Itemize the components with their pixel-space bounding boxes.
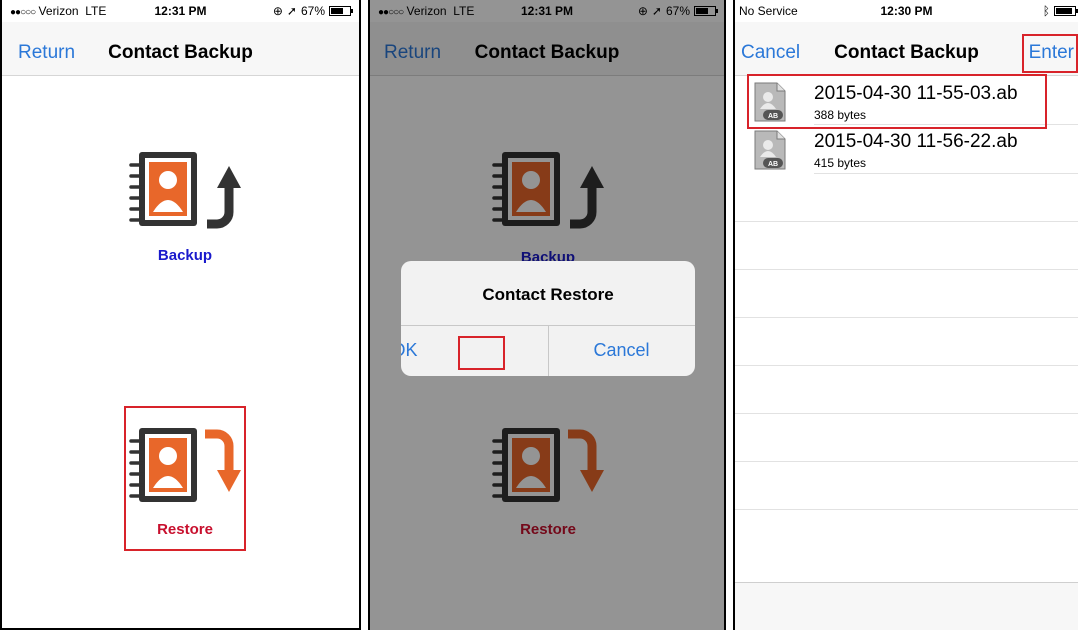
cancel-button[interactable]: Cancel [548,325,695,376]
alert-title: Contact Restore [482,285,614,304]
file-size: 415 bytes [814,156,867,170]
divider [814,173,1078,174]
backup-label[interactable]: Backup [127,247,243,264]
divider [735,461,1078,462]
location-icon: ➚ [286,4,297,18]
selected-file-highlight-box [747,74,1047,129]
divider [735,317,1078,318]
file-name: 2015-04-30 11-56-22.ab [814,131,1018,152]
status-time: 12:30 PM [880,4,933,18]
enter-highlight-box [1022,34,1078,73]
file-badge: AB [768,161,778,168]
battery-icon [329,6,353,16]
toolbar [735,582,1078,630]
ab-file-icon: AB [753,129,787,176]
rotation-lock-icon: ⊕ [272,4,283,18]
battery-icon [1054,6,1078,16]
navigation-bar: Return Contact Backup [2,22,359,76]
divider [735,413,1078,414]
divider [735,365,1078,366]
bluetooth-icon: ᛒ [1042,4,1050,18]
backup-button[interactable] [127,150,243,235]
page-title: Contact Backup [108,42,253,63]
ok-highlight-box [458,336,505,370]
divider [735,269,1078,270]
contact-book-up-arrow-icon [129,152,241,229]
divider [735,509,1078,510]
alert-dialog: Contact Restore OK Cancel [401,261,695,376]
status-bar: No Service 12:30 PM ᛒ [735,0,1078,22]
restore-highlight-box [124,406,246,551]
backup-screen: ●●○○○ Verizon LTE 12:31 PM ⊕ ➚ 67% Retur… [0,0,361,630]
divider [735,221,1078,222]
status-bar: ●●○○○ Verizon LTE 12:31 PM ⊕ ➚ 67% [2,0,359,22]
battery-percent: 67% [300,4,325,18]
list-item[interactable]: AB 2015-04-30 11-56-22.ab 415 bytes [735,125,1078,172]
ok-label: OK [401,340,418,360]
restore-confirm-screen: ●●○○○ Verizon LTE 12:31 PM ⊕ ➚ 67% Retur… [368,0,726,630]
file-list: AB 2015-04-30 11-55-03.ab 388 bytes AB 2… [735,77,1078,630]
file-select-screen: No Service 12:30 PM ᛒ Cancel Contact Bac… [733,0,1078,630]
